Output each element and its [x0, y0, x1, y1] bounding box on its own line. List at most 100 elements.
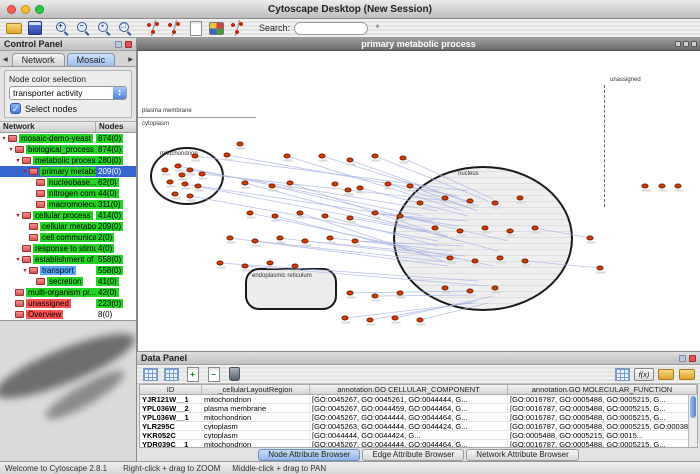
clear-attributes-icon[interactable]: [225, 366, 244, 382]
tab-network-attribute-browser[interactable]: Network Attribute Browser: [466, 449, 578, 461]
graph-node[interactable]: [332, 182, 339, 187]
open-session-icon[interactable]: [4, 20, 23, 36]
create-view-icon[interactable]: [186, 20, 205, 36]
open-attributes-icon[interactable]: [677, 366, 696, 382]
minimize-frame-icon[interactable]: [675, 41, 681, 47]
tab-scroll-right-icon[interactable]: ▶: [126, 56, 135, 66]
close-data-panel-icon[interactable]: [689, 355, 696, 362]
search-options-icon[interactable]: *: [368, 20, 387, 36]
graph-node[interactable]: [472, 259, 479, 264]
graph-node[interactable]: [522, 259, 529, 264]
tab-edge-attribute-browser[interactable]: Edge Attribute Browser: [362, 449, 464, 461]
graph-node[interactable]: [277, 236, 284, 241]
tree-row[interactable]: secretion41(0): [0, 276, 136, 287]
graph-node[interactable]: [442, 196, 449, 201]
graph-node[interactable]: [372, 211, 379, 216]
graph-node[interactable]: [172, 192, 179, 197]
graph-node[interactable]: [342, 316, 349, 321]
graph-node[interactable]: [199, 172, 206, 177]
graph-node[interactable]: [224, 153, 231, 158]
graph-node[interactable]: [467, 199, 474, 204]
graph-node[interactable]: [247, 211, 254, 216]
graph-edge[interactable]: [220, 263, 478, 281]
tab-network[interactable]: Network: [12, 53, 65, 66]
graph-node[interactable]: [597, 266, 604, 271]
unselect-attributes-icon[interactable]: [162, 366, 181, 382]
graph-node[interactable]: [179, 173, 186, 178]
layout-icon[interactable]: [228, 20, 247, 36]
tree-row[interactable]: ▼primary metabo...209(0): [0, 166, 136, 177]
graph-node[interactable]: [345, 188, 352, 193]
graph-edge[interactable]: [190, 196, 438, 241]
tree-row[interactable]: ▼biological_process874(0): [0, 144, 136, 155]
graph-node[interactable]: [417, 318, 424, 323]
graph-edge[interactable]: [395, 296, 493, 318]
zoom-window-button[interactable]: [35, 5, 44, 14]
select-attributes-icon[interactable]: [141, 366, 160, 382]
graph-node[interactable]: [659, 184, 666, 189]
graph-node[interactable]: [482, 226, 489, 231]
close-frame-icon[interactable]: [691, 41, 697, 47]
vizmapper-icon[interactable]: [207, 20, 226, 36]
graph-node[interactable]: [532, 226, 539, 231]
graph-edge[interactable]: [355, 241, 463, 246]
tree-row[interactable]: macromolecule...311(0): [0, 199, 136, 210]
tree-row[interactable]: ▼transport558(0): [0, 265, 136, 276]
graph-node[interactable]: [417, 201, 424, 206]
collapse-icon[interactable]: ▼: [0, 136, 8, 142]
graph-edge[interactable]: [195, 156, 468, 191]
graph-edge[interactable]: [375, 295, 476, 296]
table-scrollbar[interactable]: [688, 395, 697, 447]
node-color-dropdown[interactable]: transporter activity ▲ ▼: [9, 86, 127, 100]
graph-node[interactable]: [385, 182, 392, 187]
graph-node[interactable]: [442, 286, 449, 291]
tree-row[interactable]: ▼mosaic-demo-yeast874(0): [0, 133, 136, 144]
tree-row[interactable]: nucleobase...62(0): [0, 177, 136, 188]
graph-node[interactable]: [372, 154, 379, 159]
graph-edge[interactable]: [388, 184, 473, 209]
graph-node[interactable]: [302, 239, 309, 244]
table-row[interactable]: YLR295Ccytoplasm[GO:0045263, GO:0044444,…: [140, 422, 697, 431]
graph-node[interactable]: [175, 164, 182, 169]
zoom-fit-icon[interactable]: □: [116, 20, 135, 36]
tree-row[interactable]: ▼metabolic process280(0): [0, 155, 136, 166]
zoom-out-icon[interactable]: −: [74, 20, 93, 36]
import-attributes-icon[interactable]: [656, 366, 675, 382]
graph-node[interactable]: [242, 181, 249, 186]
graph-node[interactable]: [195, 184, 202, 189]
float-panel-icon[interactable]: [115, 41, 122, 48]
graph-node[interactable]: [367, 318, 374, 323]
tree-row[interactable]: nitrogen compo...44(0): [0, 188, 136, 199]
column-header[interactable]: _cellularLayoutRegion: [202, 385, 310, 394]
graph-node[interactable]: [587, 236, 594, 241]
graph-node[interactable]: [392, 316, 399, 321]
table-row[interactable]: YKR052Ccytoplasm[GO:0044444, GO:0044424,…: [140, 431, 697, 440]
search-input[interactable]: [294, 22, 368, 35]
hide-selected-icon[interactable]: [165, 20, 184, 36]
graph-edge[interactable]: [345, 303, 473, 318]
graph-node[interactable]: [187, 194, 194, 199]
graph-node[interactable]: [447, 256, 454, 261]
graph-node[interactable]: [292, 264, 299, 269]
graph-node[interactable]: [497, 256, 504, 261]
graph-edge[interactable]: [178, 166, 423, 216]
graph-node[interactable]: [675, 184, 682, 189]
graph-node[interactable]: [327, 236, 334, 241]
table-row[interactable]: YPL036W__1mitochondrion[GO:0045267, GO:0…: [140, 413, 697, 422]
table-row[interactable]: YDR039C__1mitochondrion[GO:0045267, GO:0…: [140, 440, 697, 448]
tree-row[interactable]: Overview8(0): [0, 309, 136, 320]
graph-node[interactable]: [357, 186, 364, 191]
maximize-frame-icon[interactable]: [683, 41, 689, 47]
collapse-icon[interactable]: ▼: [21, 169, 29, 175]
collapse-icon[interactable]: ▼: [21, 268, 29, 274]
tree-row[interactable]: ▼establishment of l...558(0): [0, 254, 136, 265]
select-nodes-checkbox[interactable]: ✓: [10, 103, 21, 114]
graph-node[interactable]: [467, 289, 474, 294]
close-window-button[interactable]: [7, 5, 16, 14]
column-header[interactable]: annotation.GO MOLECULAR_FUNCTION: [508, 385, 697, 394]
column-header[interactable]: annotation.GO CELLULAR_COMPONENT: [310, 385, 508, 394]
graph-node[interactable]: [372, 294, 379, 299]
graph-node[interactable]: [432, 226, 439, 231]
graph-node[interactable]: [397, 291, 404, 296]
save-session-icon[interactable]: [25, 20, 44, 36]
